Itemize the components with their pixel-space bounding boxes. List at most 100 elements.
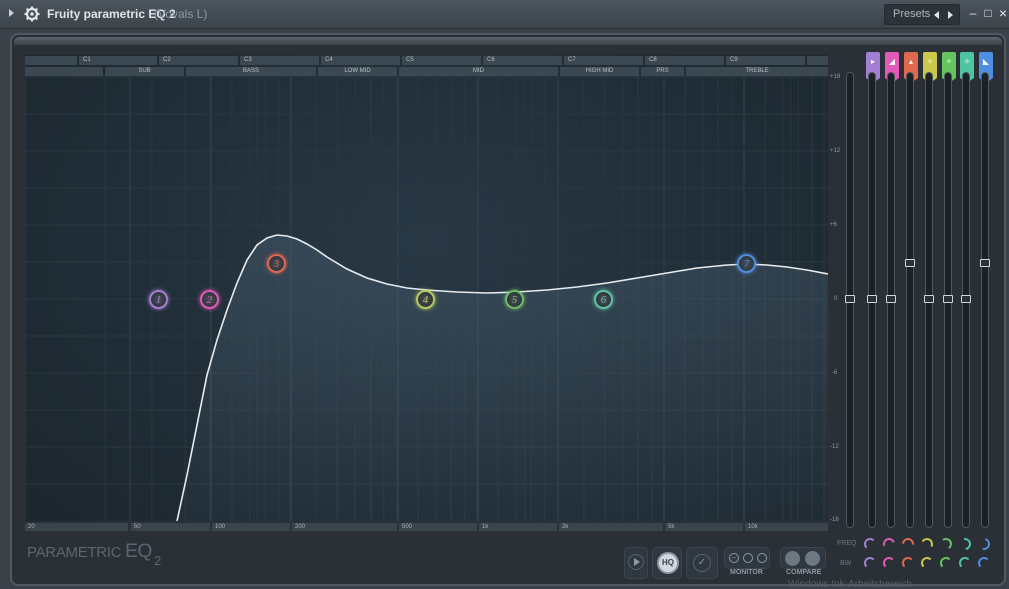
band-2-shape-icon: ◢ (888, 57, 896, 66)
band-cell-prs: PRS (641, 67, 684, 76)
title-bar: Fruity parametric EQ 2 (Vovals L) Preset… (0, 0, 1009, 29)
play-button[interactable] (624, 547, 648, 579)
band-4-fader-handle[interactable] (924, 295, 934, 303)
monitor-off-icon[interactable]: – (729, 553, 739, 563)
db-label: +12 (830, 148, 841, 154)
gear-icon[interactable] (24, 6, 40, 22)
band-6-shape-icon: ✧ (963, 57, 971, 66)
restore-button[interactable]: □ (981, 5, 995, 21)
db-label: +6 (830, 222, 837, 228)
compare-label: COMPARE (786, 569, 822, 576)
octave-cell (25, 56, 77, 65)
bw-knobs-label: BW (840, 560, 852, 567)
freq-cell: 200 (292, 523, 397, 531)
eq-node-4[interactable]: 4 (416, 290, 435, 309)
band-6-fader-handle[interactable] (961, 295, 971, 303)
monitor-label: MONITOR (730, 569, 763, 576)
octave-cell: C9 (726, 56, 805, 65)
presets-menu[interactable]: Presets (884, 4, 960, 25)
play-icon (628, 554, 644, 570)
eq-node-3[interactable]: 3 (267, 254, 286, 273)
monitor-band-icon[interactable] (743, 553, 753, 563)
master-fader-handle[interactable] (845, 295, 855, 303)
band-cell-high-mid: HIGH MID (560, 67, 639, 76)
octave-cell: C2 (159, 56, 238, 65)
db-label: +18 (830, 74, 841, 80)
band-4-shape-icon: ✧ (926, 57, 934, 66)
band-7-fader-handle[interactable] (980, 259, 990, 267)
eq-node-1[interactable]: 1 (149, 290, 168, 309)
parametric-eq-logo: PARAMETRIC EQ 2 (27, 541, 161, 568)
compare-b-icon[interactable] (805, 551, 820, 566)
db-label: 0 (834, 296, 838, 302)
band-6-bw-knob[interactable] (959, 557, 971, 569)
freq-cell: 1k (479, 523, 557, 531)
eq-graph-canvas (25, 76, 828, 521)
db-label: -12 (830, 444, 839, 450)
band-2-fader-handle[interactable] (886, 295, 896, 303)
band-7-shape-icon: ◣ (982, 57, 990, 66)
preset-next-icon[interactable] (948, 11, 953, 19)
octave-cell: C7 (564, 56, 643, 65)
freq-knobs-label: FREQ (837, 540, 857, 547)
eq-node-6[interactable]: 6 (594, 290, 613, 309)
minimize-button[interactable]: – (966, 5, 980, 21)
eq-node-7[interactable]: 7 (737, 254, 756, 273)
band-2-bw-knob[interactable] (883, 557, 895, 569)
octave-cell (807, 56, 828, 65)
octave-cell: C4 (321, 56, 400, 65)
octave-cell: C3 (240, 56, 319, 65)
octave-cell: C5 (402, 56, 481, 65)
logo-text: PARAMETRIC (27, 544, 126, 561)
check-icon: ✓ (693, 554, 711, 572)
monitor-all-icon[interactable] (757, 553, 767, 563)
band-3-shape-icon: ▴ (908, 57, 913, 66)
db-label: -18 (830, 517, 839, 523)
plugin-top-bevel (14, 37, 1002, 45)
presets-label: Presets (893, 8, 931, 20)
preset-previous-icon[interactable] (934, 11, 939, 19)
octave-cell: C8 (645, 56, 724, 65)
db-label: -6 (832, 370, 838, 376)
band-cell (25, 67, 103, 76)
band-cell-treble: TREBLE (686, 67, 828, 76)
band-cell-low-mid: LOW MID (318, 67, 397, 76)
frequency-ruler: 20 50 100 200 500 1k 2k 5k 10k (25, 523, 828, 532)
band-7-fader-track[interactable] (981, 72, 989, 528)
eq-node-5[interactable]: 5 (505, 290, 524, 309)
freq-cell: 10k (745, 523, 828, 531)
freq-cell: 100 (212, 523, 290, 531)
windows-ink-watermark: Windows Ink-Arbeitsbereich (788, 579, 912, 589)
collapse-arrow-icon[interactable] (9, 9, 14, 17)
hq-button[interactable]: HQ (652, 547, 682, 579)
band-1-fader-handle[interactable] (867, 295, 877, 303)
band-3-bw-knob[interactable] (902, 557, 914, 569)
eq-node-2[interactable]: 2 (200, 290, 219, 309)
band-5-bw-knob[interactable] (940, 557, 952, 569)
band-5-shape-icon: ✧ (945, 57, 953, 66)
band-3-fader-handle[interactable] (905, 259, 915, 267)
logo-two: 2 (153, 553, 161, 568)
octave-cell: C6 (483, 56, 562, 65)
band-1-freq-knob[interactable] (864, 538, 876, 550)
logo-eq: EQ (125, 541, 152, 562)
band-4-bw-knob[interactable] (921, 557, 933, 569)
close-button[interactable]: × (996, 5, 1009, 21)
freq-cell: 20 (25, 523, 128, 531)
auto-gain-button[interactable]: ✓ (686, 547, 718, 579)
compare-group (780, 547, 826, 569)
band-7-bw-knob[interactable] (978, 557, 990, 569)
band-cell-mid: MID (399, 67, 558, 76)
band-5-fader-handle[interactable] (943, 295, 953, 303)
band-1-shape-icon: ▸ (870, 57, 875, 66)
band-cell-bass: BASS (186, 67, 316, 76)
db-scale: +18 +12 +6 0 -6 -12 -18 (830, 60, 844, 530)
eq-graph[interactable] (25, 55, 828, 521)
octave-ruler: C1 C2 C3 C4 C5 C6 C7 C8 C9 (25, 56, 828, 65)
band-ruler: SUB BASS LOW MID MID HIGH MID PRS TREBLE (25, 67, 828, 76)
band-1-bw-knob[interactable] (864, 557, 876, 569)
band-cell-sub: SUB (105, 67, 184, 76)
compare-a-icon[interactable] (785, 551, 800, 566)
band-3-fader-track[interactable] (906, 72, 914, 528)
monitor-group: – (724, 547, 770, 569)
